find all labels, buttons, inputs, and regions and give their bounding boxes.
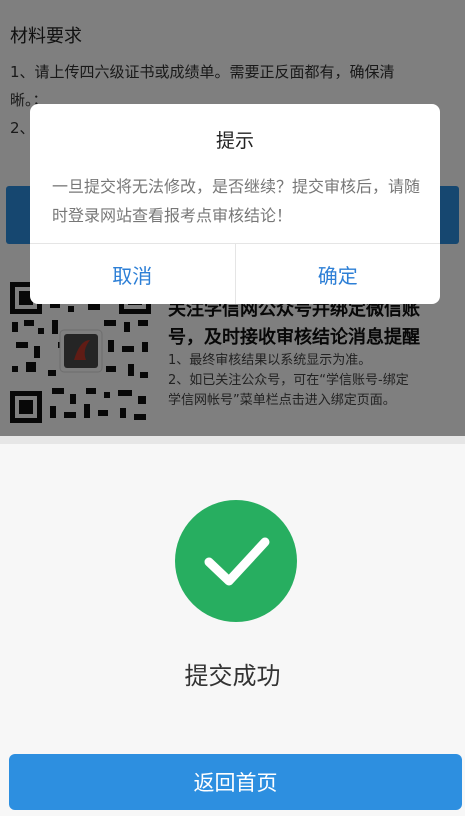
confirm-dialog: 提示 一旦提交将无法修改，是否继续？提交审核后，请随时登录网站查看报考点审核结论…	[30, 104, 440, 304]
check-icon	[175, 500, 297, 622]
home-button[interactable]: 返回首页	[9, 754, 462, 810]
success-page: 提交成功 返回首页	[0, 444, 465, 816]
success-status: 提交成功	[184, 662, 281, 690]
dialog-buttons: 取消 确定	[30, 243, 440, 304]
confirm-button[interactable]: 确定	[236, 244, 441, 304]
dialog-message: 一旦提交将无法修改，是否继续？提交审核后，请随时登录网站查看报考点审核结论！	[52, 177, 421, 225]
dialog-title: 提示	[215, 130, 254, 152]
section-divider	[0, 436, 465, 444]
upload-page: 材料要求 1、请上传四六级证书或成绩单。需要正反面都有，确保清 晰。； 2、	[0, 0, 465, 436]
cancel-button[interactable]: 取消	[30, 244, 236, 304]
